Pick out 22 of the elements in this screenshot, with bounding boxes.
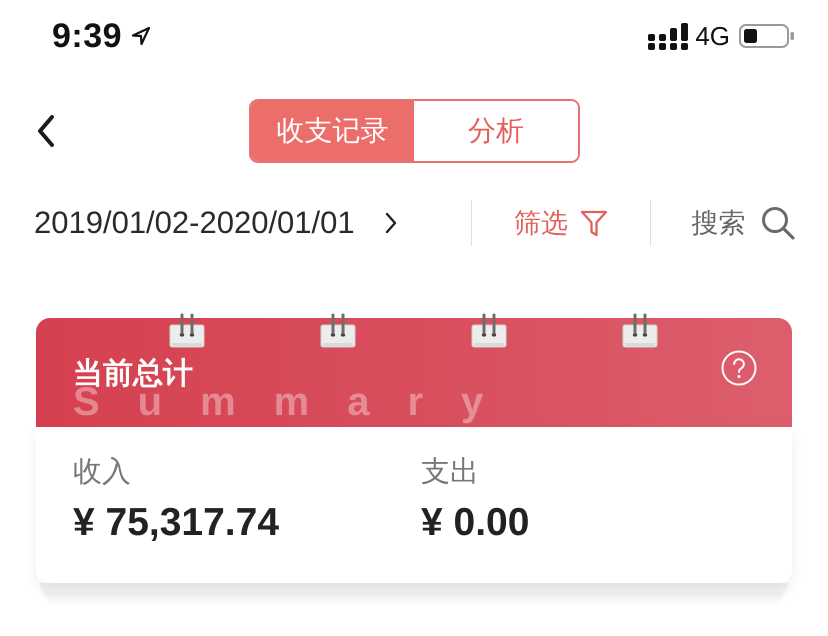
total-label: 支出: [421, 455, 480, 490]
search-button[interactable]: 搜索: [691, 205, 796, 241]
binder-ring-icon: [320, 312, 356, 348]
total-label: 收入: [73, 455, 132, 490]
date-range-button[interactable]: 2019/01/02-2020/01/01: [34, 203, 397, 243]
funnel-icon: [580, 209, 608, 237]
total-amount: ¥ 75,317.74: [73, 500, 280, 546]
location-arrow-icon: [131, 26, 152, 46]
signal-icon: [648, 22, 688, 50]
segment-tab[interactable]: 收支记录: [250, 101, 414, 161]
battery-icon: [739, 24, 795, 48]
binder-ring-icon: [169, 312, 205, 348]
back-icon[interactable]: [36, 114, 56, 148]
network-label: 4G: [695, 21, 730, 51]
chevron-right-icon: [384, 212, 397, 234]
binder-ring-icon: [622, 312, 658, 348]
search-icon: [761, 206, 796, 240]
help-icon[interactable]: [721, 350, 757, 386]
binder-ring-icon: [471, 312, 507, 348]
total-amount: ¥ 0.00: [421, 500, 530, 546]
filter-button[interactable]: 筛选: [514, 205, 608, 241]
status-time: 9:39: [52, 16, 122, 56]
